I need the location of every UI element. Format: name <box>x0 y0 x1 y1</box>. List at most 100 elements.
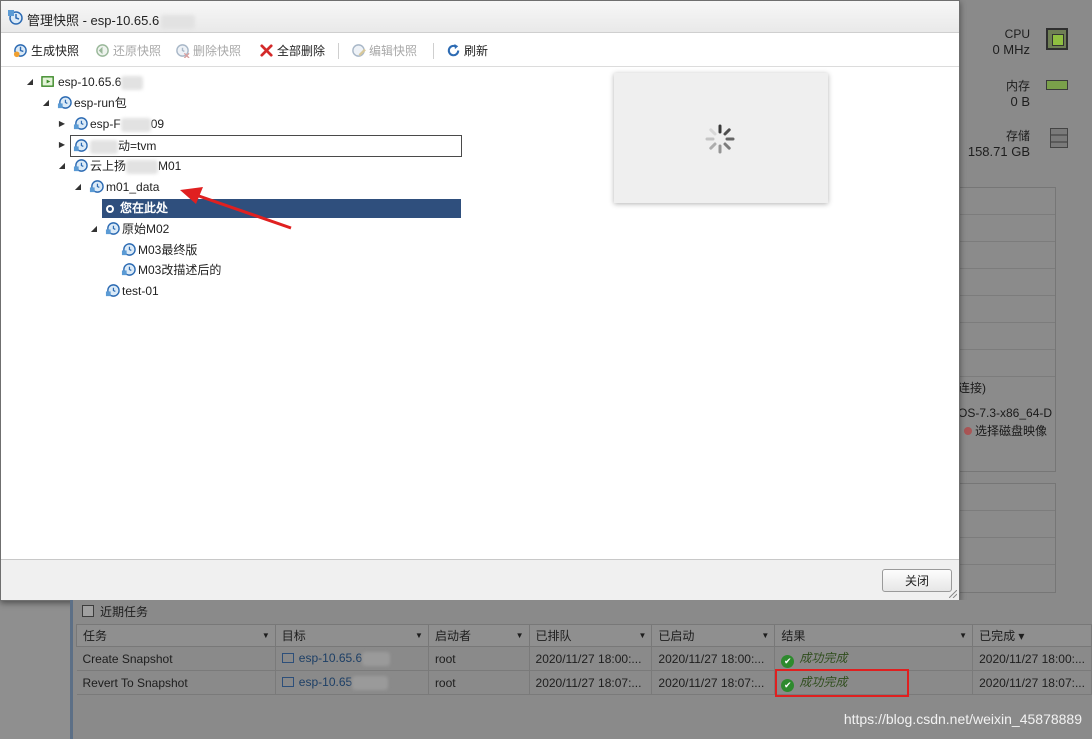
vm-panel <box>958 483 1056 593</box>
snapshot-icon <box>89 180 104 193</box>
recent-tasks-header: 近期任务 <box>73 600 1092 622</box>
refresh-icon <box>447 43 460 57</box>
task-queued: 2020/11/27 18:00:... <box>529 646 653 671</box>
dialog-footer: 关闭 <box>1 559 959 600</box>
dialog-titlebar[interactable]: 管理快照 - esp-10.65.6 <box>1 1 959 33</box>
table-header-row: 任务 ▼ 目标 ▼ 启动者 ▼ 已排队 ▼ 已启动 ▼ 结果 ▼ 已完成 ▾ <box>76 624 1092 647</box>
panel-fragment-disk-image: 选择磁盘映像 <box>958 422 1054 439</box>
dialog-title: 管理快照 - esp-10.65.6 <box>27 10 196 29</box>
tree-node-cloud[interactable]: 云上扬 M01 <box>73 156 181 176</box>
column-header-initiator[interactable]: 启动者 ▼ <box>427 624 530 647</box>
collapse-arrow-icon[interactable]: ◢ <box>89 224 99 234</box>
storage-summary: 存储 158.71 GB <box>968 128 1030 160</box>
create-snapshot-button[interactable]: 生成快照 <box>13 42 79 60</box>
tree-node-m03-final[interactable]: M03最终版 <box>121 240 197 260</box>
task-result: ✔ 成功完成 <box>774 646 974 671</box>
snapshot-icon <box>105 222 120 235</box>
chevron-down-icon: ▼ <box>638 631 647 640</box>
snapshot-manager-dialog: 管理快照 - esp-10.65.6 生成快照 还原快照 删除快照 全部删除 编… <box>0 0 960 601</box>
snapshot-icon <box>8 10 23 25</box>
collapse-arrow-icon[interactable]: ◢ <box>25 77 35 87</box>
memory-value: 0 B <box>1010 94 1030 109</box>
column-header-started[interactable]: 已启动 ▼ <box>651 624 776 647</box>
storage-label: 存储 <box>1005 129 1030 143</box>
revert-snapshot-icon <box>96 44 109 57</box>
recent-tasks-title: 近期任务 <box>100 605 149 619</box>
task-target[interactable]: esp-10.65 <box>275 670 429 695</box>
task-started: 2020/11/27 18:07:... <box>651 670 776 695</box>
task-initiator: root <box>428 646 530 671</box>
snapshot-name-edit-field[interactable]: 动=tvm <box>70 135 462 157</box>
task-target[interactable]: esp-10.65.6 <box>275 646 429 671</box>
snapshot-icon <box>121 263 136 276</box>
memory-summary: 内存 0 B <box>1006 78 1030 110</box>
task-name: Revert To Snapshot <box>76 670 276 695</box>
collapse-arrow-icon[interactable]: ◢ <box>41 98 51 108</box>
tree-node-m03-changed[interactable]: M03改描述后的 <box>121 260 221 280</box>
success-check-icon: ✔ <box>781 655 795 668</box>
column-header-completed[interactable]: 已完成 ▾ <box>972 624 1092 647</box>
loading-spinner-icon <box>705 124 735 154</box>
chevron-down-icon: ▼ <box>415 631 423 640</box>
tree-node-you-are-here[interactable]: 您在此处 <box>102 199 461 218</box>
storage-value: 158.71 GB <box>967 144 1030 159</box>
tree-node-m01-data[interactable]: m01_data <box>89 177 159 197</box>
delete-snapshot-button[interactable]: 删除快照 <box>175 42 241 60</box>
column-header-target[interactable]: 目标 ▼ <box>274 624 429 647</box>
resize-grip-icon[interactable] <box>949 590 957 598</box>
task-completed: 2020/11/27 18:00:... <box>972 646 1092 671</box>
column-header-task[interactable]: 任务 ▼ <box>76 624 276 647</box>
snapshot-icon <box>121 243 136 256</box>
create-snapshot-icon <box>13 44 27 58</box>
refresh-button[interactable]: 刷新 <box>446 42 488 60</box>
expand-arrow-icon[interactable]: ▶ <box>57 140 67 150</box>
memory-icon <box>1046 80 1068 90</box>
snapshot-toolbar: 生成快照 还原快照 删除快照 全部删除 编辑快照 刷新 <box>1 34 959 67</box>
disk-image-icon <box>964 427 972 435</box>
chevron-down-icon: ▼ <box>959 631 968 640</box>
tree-node-run-pkg[interactable]: esp-run包 <box>57 93 127 113</box>
recent-tasks-table: 任务 ▼ 目标 ▼ 启动者 ▼ 已排队 ▼ 已启动 ▼ 结果 ▼ 已完成 ▾ Create … <box>76 624 1092 695</box>
red-x-icon <box>260 44 273 57</box>
collapse-arrow-icon[interactable]: ◢ <box>57 161 67 171</box>
toolbar-separator <box>433 43 434 59</box>
chevron-down-icon: ▼ <box>761 631 770 640</box>
snapshot-icon <box>73 139 88 152</box>
cpu-summary: CPU 0 MHz <box>992 26 1030 58</box>
snapshot-icon <box>105 284 120 297</box>
memory-label: 内存 <box>1005 79 1030 93</box>
delete-all-button[interactable]: 全部删除 <box>259 42 325 60</box>
tree-node-esp-f[interactable]: esp-F 09 <box>73 114 164 134</box>
expand-arrow-icon[interactable]: ▶ <box>57 119 67 129</box>
collapse-arrow-icon[interactable]: ◢ <box>73 182 83 192</box>
cpu-icon <box>1046 28 1068 50</box>
delete-snapshot-icon <box>176 44 190 58</box>
table-row[interactable]: Revert To Snapshot esp-10.65 root 2020/1… <box>76 670 1092 695</box>
task-started: 2020/11/27 18:00:... <box>651 646 776 671</box>
task-queued: 2020/11/27 18:07:... <box>529 670 653 695</box>
edit-snapshot-icon <box>352 44 366 57</box>
panel-fragment-connection: 连接) <box>958 381 986 395</box>
tree-node-host[interactable]: esp-10.65.6 <box>41 72 144 92</box>
edit-field-content: 动=tvm <box>73 136 156 156</box>
task-name: Create Snapshot <box>76 646 276 671</box>
tree-node-original-m02[interactable]: 原始M02 <box>105 219 169 239</box>
panel-fragment-os: OS-7.3-x86_64-D <box>958 406 1053 420</box>
snapshot-icon <box>73 159 88 172</box>
chevron-down-icon: ▼ <box>515 631 524 640</box>
snapshot-icon <box>57 96 72 109</box>
column-header-result[interactable]: 结果 ▼ <box>774 624 974 647</box>
table-row[interactable]: Create Snapshot esp-10.65.6 root 2020/11… <box>76 646 1092 671</box>
vm-icon <box>41 76 54 87</box>
edit-snapshot-button[interactable]: 编辑快照 <box>351 42 417 60</box>
column-header-queued[interactable]: 已排队 ▼ <box>528 624 653 647</box>
tree-node-test-01[interactable]: test-01 <box>105 281 159 301</box>
close-button[interactable]: 关闭 <box>882 569 952 592</box>
storage-icon <box>1050 128 1068 148</box>
loading-popup <box>614 73 828 203</box>
current-state-icon <box>106 205 114 213</box>
chevron-down-icon: ▼ <box>261 631 270 640</box>
cpu-value: 0 MHz <box>992 42 1030 57</box>
cpu-label: CPU <box>1004 27 1030 41</box>
revert-snapshot-button[interactable]: 还原快照 <box>95 42 161 60</box>
